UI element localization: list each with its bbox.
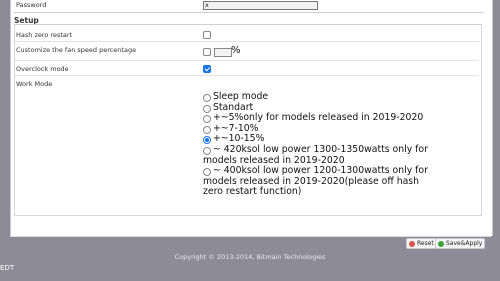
copyright-footer: Copyright © 2013-2014, Bitmain Technolog… (174, 253, 326, 261)
overclock-mode-checkbox[interactable] (203, 65, 211, 73)
radio-button-selected[interactable] (203, 136, 211, 145)
row-divider (15, 60, 479, 61)
corner-label: EDT (0, 264, 15, 272)
hash-zero-restart-checkbox[interactable] (203, 31, 211, 39)
hash-zero-restart-label: Hash zero restart (16, 31, 73, 39)
option-label-line: zero restart function) (203, 186, 302, 198)
option-label: +~10-15% (213, 133, 265, 145)
work-mode-option-400ksol[interactable]: ~ 400ksol low power 1200-1300watts only … (203, 165, 473, 198)
option-label: Standart (213, 101, 254, 113)
option-label: +~5%only for models released in 2019-202… (213, 112, 424, 124)
radio-button[interactable] (203, 94, 211, 102)
radio-button[interactable] (203, 146, 211, 155)
work-mode-label: Work Mode (16, 80, 53, 88)
reset-label: Reset (417, 240, 434, 247)
row-divider (15, 75, 479, 76)
radio-button[interactable] (203, 104, 211, 113)
option-label-line: ~ 400ksol low power 1200-1300watts only … (213, 165, 428, 177)
divider (14, 12, 484, 13)
radio-button[interactable] (203, 115, 211, 124)
fan-speed-label: Customize the fan speed percentage (16, 46, 137, 54)
option-label: +~7-10% (213, 122, 259, 134)
fan-speed-unit: % (231, 45, 241, 56)
fan-speed-input[interactable] (214, 48, 232, 57)
save-apply-label: Save&Apply (446, 240, 483, 247)
work-mode-options: Sleep mode Standart +~5%only for models … (203, 91, 473, 198)
overclock-mode-label: Overclock mode (16, 65, 69, 73)
password-input[interactable]: x (203, 1, 318, 10)
save-icon (438, 240, 444, 247)
radio-button[interactable] (203, 125, 211, 134)
save-apply-button[interactable]: Save&Apply (435, 238, 486, 249)
row-divider (15, 41, 479, 42)
password-label: Password (16, 1, 47, 9)
radio-button[interactable] (203, 168, 211, 177)
option-label: Sleep mode (213, 91, 269, 102)
work-mode-option-420ksol[interactable]: ~ 420ksol low power 1300-1350watts only … (203, 143, 473, 166)
fan-speed-checkbox[interactable] (203, 48, 211, 56)
footer-divider (10, 236, 491, 237)
reset-icon (409, 240, 415, 247)
option-label-line: ~ 420ksol low power 1300-1350watts only … (213, 143, 428, 155)
reset-button[interactable]: Reset (406, 238, 437, 249)
